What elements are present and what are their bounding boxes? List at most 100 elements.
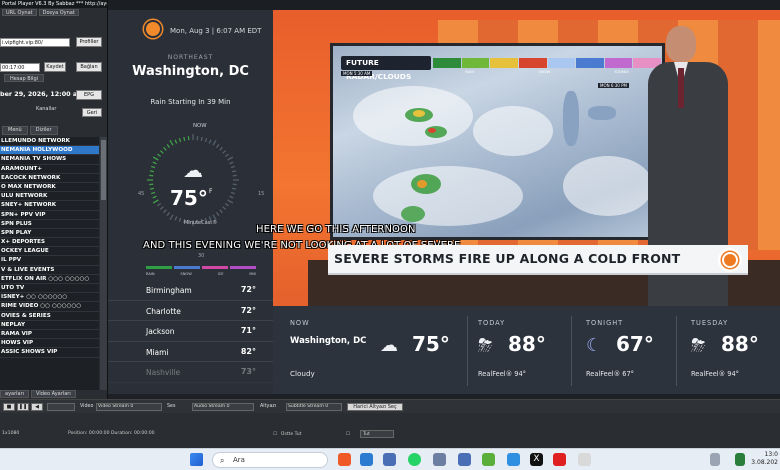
- epg-button[interactable]: EPG: [76, 90, 102, 100]
- minutecast-label: MinuteCast®: [184, 220, 218, 226]
- network-app-icon[interactable]: [507, 453, 520, 466]
- channel-item[interactable]: HOWS VIP: [0, 339, 99, 349]
- channel-item[interactable]: ARAMOUNT+: [0, 165, 99, 174]
- forecast-today-temp: 88°: [508, 332, 546, 356]
- region-label: NORTHEAST: [167, 54, 214, 61]
- volume-icon[interactable]: ◀: [31, 403, 43, 411]
- ontop-checkbox[interactable]: ☐: [273, 431, 277, 439]
- tab-url-play[interactable]: URL Oynat: [2, 9, 37, 16]
- cloud-icon: ☁: [380, 335, 398, 356]
- channel-item[interactable]: NEMANIA HOLLYWOOD: [0, 146, 99, 156]
- screen: Portal Player V6.3 By Sabbaz *** http://…: [0, 0, 780, 470]
- tab-menu[interactable]: Menü: [2, 126, 28, 135]
- account-info-button[interactable]: Hesap Bilgi: [4, 74, 44, 82]
- profiles-button[interactable]: Profiller: [76, 37, 102, 47]
- channel-item[interactable]: SPN PLAY: [0, 229, 99, 239]
- tab-series[interactable]: Diziler: [29, 126, 58, 135]
- time-input[interactable]: 00:17:00: [0, 63, 40, 72]
- channel-item[interactable]: SPN+ PPV VIP: [0, 211, 99, 220]
- tab-file-play[interactable]: Dosya Oynat: [38, 9, 79, 16]
- audio-stream-select[interactable]: Audio Stream 0: [192, 403, 254, 411]
- channel-item[interactable]: ISNEY+ ○○ ○○○○○○: [0, 293, 99, 303]
- dial-tick: [157, 153, 162, 158]
- scrollbar-thumb[interactable]: [101, 140, 106, 200]
- channel-item[interactable]: ETFLIX ON AIR ○○○ ○○○○○: [0, 275, 99, 284]
- app-icon-2[interactable]: [578, 453, 591, 466]
- notepad-icon[interactable]: [458, 453, 471, 466]
- city-row-temp: 72°: [240, 305, 256, 315]
- windows-taskbar: ⌕ Ara X 13:0 3.08.202: [0, 448, 780, 470]
- channel-item[interactable]: IL PPV: [0, 256, 99, 266]
- channel-item[interactable]: SPN PLUS: [0, 220, 99, 229]
- dial-tick: [208, 139, 212, 144]
- x-icon[interactable]: X: [530, 453, 543, 466]
- tray-icon-2[interactable]: [735, 453, 745, 466]
- channel-item[interactable]: NEMANIA TV SHOWS: [0, 155, 99, 165]
- url-input[interactable]: i.vipfight.vip:80/: [0, 38, 70, 47]
- lower-third-banner: SEVERE STORMS FIRE UP ALONG A COLD FRONT: [328, 245, 748, 275]
- city-row: Charlotte 72°: [108, 301, 273, 321]
- files-icon[interactable]: [383, 453, 396, 466]
- load-subtitle-button[interactable]: Harici Altyazı Seç: [347, 403, 403, 411]
- forecast-today-label: TODAY: [478, 319, 506, 327]
- channel-item[interactable]: UTO TV: [0, 284, 99, 294]
- whatsapp-icon[interactable]: [408, 453, 421, 466]
- channel-item[interactable]: NEPLAY: [0, 321, 99, 330]
- channel-item[interactable]: V & LIVE EVENTS: [0, 266, 99, 275]
- play-pause-button[interactable]: ❚❚: [17, 403, 29, 411]
- ontop-checkbox-2[interactable]: ☐: [346, 431, 350, 439]
- channel-item[interactable]: EACOCK NETWORK: [0, 174, 99, 183]
- volume-slider[interactable]: [47, 403, 75, 411]
- channel-item[interactable]: OCKEY LEAGUE: [0, 247, 99, 257]
- divider: [467, 316, 468, 386]
- calculator-icon[interactable]: [433, 453, 446, 466]
- now-label: NOW: [193, 123, 207, 129]
- channel-item[interactable]: O MAX NETWORK: [0, 183, 99, 193]
- ontop-select[interactable]: Tut: [360, 430, 394, 438]
- divider: [676, 316, 677, 386]
- tab-settings[interactable]: ayarları: [0, 390, 30, 398]
- thunderstorm-icon: ⛈: [478, 335, 493, 356]
- channel-item[interactable]: SNEY+ NETWORK: [0, 201, 99, 211]
- tray-icon[interactable]: [710, 453, 720, 466]
- weather-panel: Mon, Aug 3 | 6:07 AM EDT NORTHEAST Washi…: [108, 10, 273, 394]
- city-row-name: Birmingham: [146, 286, 192, 295]
- portal-player-window: Portal Player V6.3 By Sabbaz *** http://…: [0, 0, 108, 448]
- forecast-strip: NOW Washington, DC ☁ 75° Cloudy TODAY ⛈ …: [273, 306, 780, 394]
- tab-video-settings[interactable]: Video Ayarları: [31, 390, 76, 398]
- dial-tick: [230, 165, 236, 169]
- channel-item[interactable]: LLEMUNDO NETWORK: [0, 137, 99, 147]
- channel-item[interactable]: X+ DEPORTES: [0, 238, 99, 248]
- connect-button[interactable]: Bağlan: [76, 62, 102, 72]
- accuweather-logo-icon: [146, 22, 160, 36]
- channel-item[interactable]: ASSIC SHOWS VIP: [0, 348, 99, 358]
- dial-tick: [222, 150, 227, 154]
- dial-tick: [227, 156, 234, 161]
- taskbar-clock[interactable]: 13:0 3.08.202: [750, 451, 778, 467]
- city-name: Washington, DC: [132, 64, 249, 79]
- dial-tick: [215, 144, 220, 149]
- channel-item[interactable]: ULU NETWORK: [0, 192, 99, 202]
- stop-button[interactable]: ■: [3, 403, 15, 411]
- taskbar-search[interactable]: ⌕ Ara: [212, 452, 328, 468]
- channel-item[interactable]: OVIES & SERIES: [0, 312, 99, 321]
- save-button[interactable]: Kaydet: [44, 62, 66, 72]
- video-player[interactable]: FUTURE RADAR/CLOUDS MON 5:30 AM MON 6:30…: [108, 10, 780, 399]
- dial-label-30: 30: [198, 253, 205, 259]
- brave-icon[interactable]: [338, 453, 351, 466]
- dial-tick: [150, 165, 156, 169]
- outlook-icon[interactable]: [360, 453, 373, 466]
- channel-item[interactable]: RIME VIDEO ○○ ○○○○○○: [0, 302, 99, 312]
- youtube-icon[interactable]: [553, 453, 566, 466]
- channel-list-scrollbar[interactable]: [100, 137, 107, 390]
- scale-label-icemix: ICE/MIX: [614, 69, 629, 74]
- legend-swatch: [146, 266, 172, 269]
- city-row: Nashville 73°: [108, 362, 273, 383]
- app-icon[interactable]: [482, 453, 495, 466]
- dial-tick: [212, 139, 217, 146]
- video-stream-select[interactable]: Video Stream 0: [96, 403, 162, 411]
- channel-item[interactable]: RAMA VIP: [0, 330, 99, 340]
- start-icon[interactable]: [190, 453, 203, 466]
- back-button[interactable]: Geri: [82, 108, 102, 117]
- subtitle-stream-select[interactable]: Subtitle Stream 0: [286, 403, 342, 411]
